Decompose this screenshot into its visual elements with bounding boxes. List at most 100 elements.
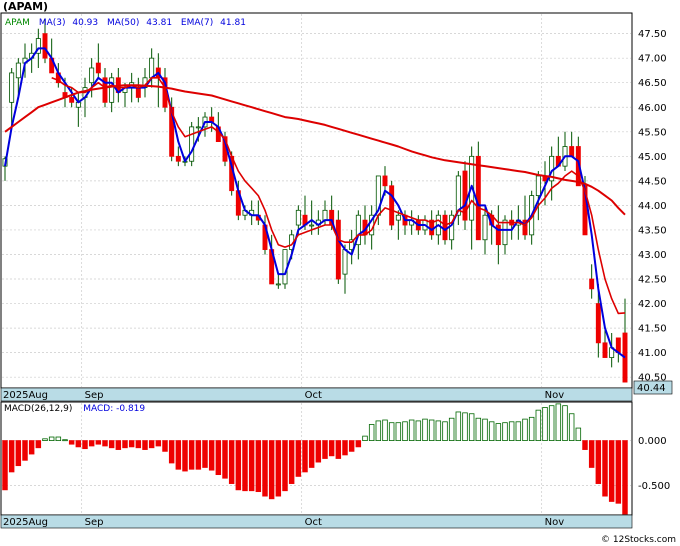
macd-bar bbox=[415, 420, 422, 441]
macd-bar bbox=[508, 421, 515, 441]
chart-title: (APAM) bbox=[3, 0, 48, 13]
macd-bar bbox=[608, 440, 615, 502]
price-y-tick: 44.50 bbox=[638, 176, 667, 187]
macd-bar bbox=[182, 440, 188, 472]
price-y-tick: 44.00 bbox=[638, 201, 667, 212]
macd-bar bbox=[102, 440, 108, 447]
candle-body bbox=[282, 249, 288, 285]
macd-bar bbox=[448, 417, 455, 441]
price-y-tick: 42.00 bbox=[638, 299, 667, 310]
macd-bar bbox=[62, 439, 68, 442]
macd-bar bbox=[562, 405, 568, 441]
macd-legend-value-label: MACD: bbox=[83, 404, 113, 414]
candle-body bbox=[175, 155, 181, 162]
macd-bar bbox=[75, 440, 82, 448]
price-y-tick: 41.50 bbox=[638, 324, 667, 335]
macd-bar bbox=[88, 440, 95, 447]
candle-body bbox=[442, 214, 448, 241]
macd-legend: MACD(26,12,9) MACD: -0.819 bbox=[4, 404, 145, 414]
macd-legend-label: MACD(26,12,9) bbox=[4, 404, 72, 414]
macd-bar bbox=[528, 416, 535, 441]
candle-body bbox=[95, 62, 101, 74]
macd-bar bbox=[155, 440, 162, 447]
candle-body bbox=[42, 33, 48, 59]
macd-bar bbox=[335, 440, 342, 459]
macd-bar bbox=[188, 440, 195, 470]
candle-body bbox=[569, 146, 575, 157]
candle-body bbox=[15, 62, 21, 79]
macd-bar bbox=[462, 412, 468, 441]
macd-bar bbox=[168, 440, 175, 464]
price-month-label: 2025Aug bbox=[3, 390, 48, 401]
macd-bar bbox=[28, 440, 35, 455]
macd-bar bbox=[215, 440, 222, 476]
macd-bar bbox=[55, 436, 62, 441]
macd-bar bbox=[295, 440, 302, 477]
macd-bar bbox=[135, 440, 142, 449]
legend-ma3-value: 40.93 bbox=[72, 18, 98, 28]
macd-bar bbox=[328, 440, 335, 457]
legend-ma50-value: 43.81 bbox=[146, 18, 172, 28]
macd-bar bbox=[322, 440, 328, 459]
macd-bar bbox=[482, 418, 488, 441]
candle-body bbox=[475, 155, 481, 241]
candle-body bbox=[69, 97, 75, 103]
candle-body bbox=[109, 77, 115, 103]
macd-bar bbox=[582, 440, 588, 450]
macd-bar bbox=[348, 440, 355, 452]
price-y-tick: 42.50 bbox=[638, 275, 667, 286]
macd-bar bbox=[622, 440, 628, 515]
price-month-label: Sep bbox=[85, 390, 104, 401]
macd-bar bbox=[195, 440, 202, 470]
macd-bar bbox=[408, 419, 415, 441]
price-y-tick: 43.00 bbox=[638, 250, 667, 261]
macd-bar bbox=[122, 440, 128, 449]
macd-bar bbox=[515, 421, 522, 441]
macd-month-label: Oct bbox=[305, 517, 322, 528]
candle-body bbox=[189, 126, 195, 162]
macd-bar bbox=[288, 440, 295, 484]
price-y-axis: 40.5041.0041.5042.0042.5043.0043.5044.00… bbox=[638, 29, 667, 384]
candle-body bbox=[275, 283, 281, 286]
price-month-label: Nov bbox=[545, 390, 565, 401]
macd-bar bbox=[368, 424, 375, 441]
watermark: © 12Stocks.com bbox=[601, 535, 676, 545]
macd-month-label: 2025Aug bbox=[3, 517, 48, 528]
price-y-tick: 43.50 bbox=[638, 225, 667, 236]
macd-bar bbox=[275, 440, 282, 497]
macd-bar bbox=[495, 423, 502, 441]
macd-bar bbox=[222, 440, 228, 479]
candle-body bbox=[382, 175, 388, 187]
candle-body bbox=[89, 67, 95, 84]
macd-bar bbox=[42, 438, 48, 441]
macd-bar bbox=[262, 440, 268, 497]
macd-bar bbox=[542, 407, 548, 441]
macd-bar bbox=[82, 440, 88, 450]
candle-body bbox=[589, 278, 595, 290]
candle-body bbox=[309, 224, 315, 227]
price-y-tick: 46.50 bbox=[638, 78, 667, 89]
candle-body bbox=[342, 249, 348, 275]
macd-bar bbox=[522, 418, 528, 441]
price-y-tick: 46.00 bbox=[638, 103, 667, 114]
macd-bar bbox=[235, 440, 242, 491]
macd-bar bbox=[568, 413, 575, 441]
price-y-tick: 45.50 bbox=[638, 127, 667, 138]
price-y-tick: 45.00 bbox=[638, 152, 667, 163]
macd-bar bbox=[442, 421, 448, 441]
candle-body bbox=[389, 185, 395, 226]
macd-y-tick: -0.500 bbox=[638, 481, 670, 492]
price-month-label: Oct bbox=[305, 390, 322, 401]
macd-bar bbox=[175, 440, 182, 470]
macd-bar bbox=[228, 440, 235, 484]
chart-page: 40.50 41.00 41.50 42.00 42.50 43.00 43.50 44.00… bbox=[0, 0, 680, 546]
macd-bar bbox=[535, 409, 542, 441]
macd-bar bbox=[242, 440, 248, 492]
macd-bar bbox=[308, 440, 315, 468]
candle-body bbox=[535, 175, 541, 196]
macd-bar bbox=[128, 440, 135, 448]
macd-bar bbox=[15, 440, 22, 467]
macd-bar bbox=[142, 440, 148, 450]
macd-bar bbox=[315, 440, 322, 463]
legend-ma50-label: MA(50) bbox=[107, 18, 139, 28]
